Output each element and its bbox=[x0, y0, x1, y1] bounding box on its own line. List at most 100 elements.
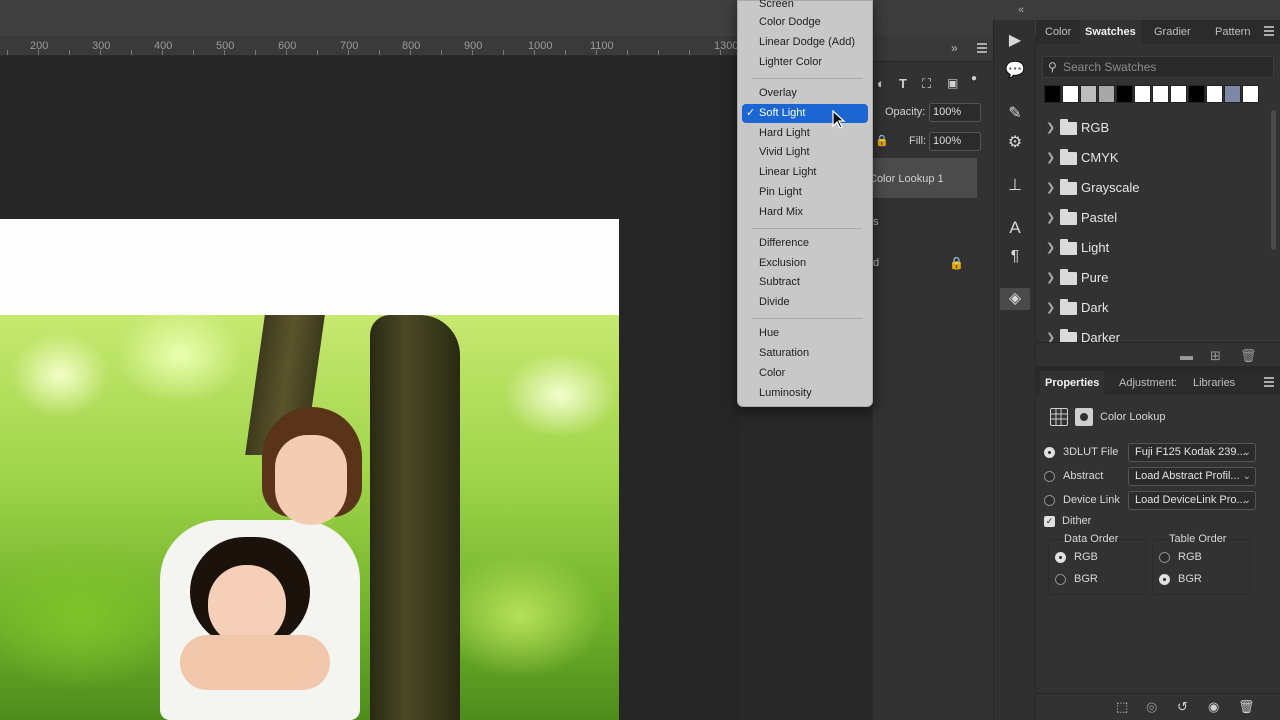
swatch-group-pure[interactable]: ❯ Pure bbox=[1046, 267, 1266, 289]
reset-icon[interactable]: ↺ bbox=[1177, 699, 1188, 715]
type-filter-icon[interactable]: T bbox=[899, 76, 907, 91]
ruler-tick-label: 400 bbox=[154, 40, 173, 52]
scrollbar[interactable] bbox=[1271, 110, 1276, 250]
smart-object-filter-icon[interactable]: ▣ bbox=[947, 76, 958, 90]
swatch-group-darker[interactable]: ❯ Darker bbox=[1046, 327, 1266, 342]
3dlut-select[interactable]: Fuji F125 Kodak 239... ⌄ bbox=[1128, 443, 1256, 462]
mask-icon[interactable] bbox=[1075, 408, 1093, 426]
comments-icon[interactable]: 💬 bbox=[1004, 60, 1026, 82]
paragraph-icon[interactable]: ¶ bbox=[1004, 246, 1026, 268]
blend-option-lighter-color[interactable]: Lighter Color bbox=[742, 53, 868, 72]
new-group-folder-icon[interactable]: ▬ bbox=[1180, 348, 1193, 363]
radio-table-order-bgr[interactable] bbox=[1159, 574, 1170, 585]
blend-option-screen[interactable]: Screen bbox=[742, 0, 868, 14]
blend-option-linear-dodge[interactable]: Linear Dodge (Add) bbox=[742, 33, 868, 52]
adjustment-grid-icon[interactable] bbox=[1050, 408, 1068, 426]
tab-swatches[interactable]: Swatches bbox=[1080, 20, 1141, 44]
panel-menu-icon[interactable] bbox=[1264, 377, 1274, 387]
dither-checkbox[interactable]: ✓ bbox=[1044, 516, 1055, 527]
lock-all-icon[interactable]: 🔒 bbox=[875, 134, 889, 147]
blend-option-linear-light[interactable]: Linear Light bbox=[742, 163, 868, 182]
swatch-chip[interactable] bbox=[1188, 85, 1205, 103]
blend-option-subtract[interactable]: Subtract bbox=[742, 273, 868, 292]
layer-name[interactable]: d bbox=[873, 257, 879, 269]
tab-color[interactable]: Color bbox=[1040, 20, 1076, 44]
swatch-group-dark[interactable]: ❯ Dark bbox=[1046, 297, 1266, 319]
search-swatches-input[interactable] bbox=[1063, 59, 1268, 75]
radio-data-order-bgr[interactable] bbox=[1055, 574, 1066, 585]
swatch-search[interactable]: ⚲ bbox=[1042, 56, 1274, 78]
character-icon[interactable]: A bbox=[1004, 217, 1026, 239]
blend-option-saturation[interactable]: Saturation bbox=[742, 344, 868, 363]
blend-option-difference[interactable]: Difference bbox=[742, 234, 868, 253]
blend-option-hue[interactable]: Hue bbox=[742, 324, 868, 343]
blend-option-hard-mix[interactable]: Hard Mix bbox=[742, 203, 868, 222]
swatch-chip[interactable] bbox=[1116, 85, 1133, 103]
trash-icon[interactable]: 🗑 bbox=[1238, 699, 1255, 715]
blend-option-color-dodge[interactable]: Color Dodge bbox=[742, 13, 868, 32]
swatch-chip[interactable] bbox=[1170, 85, 1187, 103]
opacity-field[interactable]: 100% bbox=[929, 103, 981, 122]
blend-option-color[interactable]: Color bbox=[742, 364, 868, 383]
layer-name[interactable]: s bbox=[873, 216, 879, 228]
abstract-select[interactable]: Load Abstract Profil... ⌄ bbox=[1128, 467, 1256, 486]
blend-option-exclusion[interactable]: Exclusion bbox=[742, 254, 868, 273]
brush-settings-icon[interactable]: ✎ bbox=[1004, 103, 1026, 125]
panel-menu-icon[interactable] bbox=[977, 43, 987, 53]
swatch-chip[interactable] bbox=[1098, 85, 1115, 103]
swatch-chip[interactable] bbox=[1080, 85, 1097, 103]
tab-properties[interactable]: Properties bbox=[1040, 371, 1105, 395]
swatch-group-light[interactable]: ❯ Light bbox=[1046, 237, 1266, 259]
tab-patterns[interactable]: Pattern bbox=[1210, 20, 1255, 44]
menu-separator bbox=[752, 318, 862, 319]
collapse-icon[interactable]: « bbox=[1018, 4, 1024, 16]
fill-field[interactable]: 100% bbox=[929, 132, 981, 151]
radio-data-order-rgb[interactable] bbox=[1055, 552, 1066, 563]
panel-menu-icon[interactable] bbox=[1264, 26, 1274, 36]
clip-to-layer-icon[interactable]: ⬚ bbox=[1116, 699, 1128, 715]
collapse-icon[interactable]: » bbox=[951, 41, 958, 55]
adjustments-sliders-icon[interactable]: ⚙ bbox=[1004, 132, 1026, 154]
swatch-chip[interactable] bbox=[1062, 85, 1079, 103]
layer-name[interactable]: Color Lookup 1 bbox=[869, 173, 944, 185]
swatch-group-grayscale[interactable]: ❯ Grayscale bbox=[1046, 177, 1266, 199]
chevron-right-icon: ❯ bbox=[1046, 302, 1056, 314]
new-swatch-icon[interactable]: ⊞ bbox=[1210, 348, 1221, 364]
swatch-group-cmyk[interactable]: ❯ CMYK bbox=[1046, 147, 1266, 169]
radio-abstract[interactable] bbox=[1044, 471, 1055, 482]
tab-adjustments[interactable]: Adjustment: bbox=[1114, 371, 1182, 395]
blend-option-soft-light[interactable]: ✓ Soft Light bbox=[742, 104, 868, 123]
shape-filter-icon[interactable]: ⛶ bbox=[922, 76, 931, 92]
blend-mode-menu[interactable]: Screen Color Dodge Linear Dodge (Add) Li… bbox=[737, 0, 873, 407]
tab-libraries[interactable]: Libraries bbox=[1188, 371, 1240, 395]
tab-gradients[interactable]: Gradier bbox=[1149, 20, 1196, 44]
chevron-down-icon: ⌄ bbox=[1242, 495, 1251, 506]
swatch-chip[interactable] bbox=[1206, 85, 1223, 103]
radio-device-link[interactable] bbox=[1044, 495, 1055, 506]
layers-panel-icon[interactable]: ◈ bbox=[1000, 288, 1030, 310]
swatch-chip[interactable] bbox=[1044, 85, 1061, 103]
swatch-chip[interactable] bbox=[1134, 85, 1151, 103]
adjustment-filter-icon[interactable]: ◐ bbox=[877, 76, 885, 91]
blend-option-luminosity[interactable]: Luminosity bbox=[742, 384, 868, 403]
view-previous-state-icon[interactable]: ◎ bbox=[1146, 699, 1157, 715]
trash-icon[interactable]: 🗑 bbox=[1240, 348, 1257, 364]
filter-toggle-icon[interactable]: ● bbox=[971, 73, 977, 84]
clone-stamp-icon[interactable]: ⊥ bbox=[1004, 175, 1026, 197]
blend-option-vivid-light[interactable]: Vivid Light bbox=[742, 143, 868, 162]
blend-option-overlay[interactable]: Overlay bbox=[742, 84, 868, 103]
abstract-label: Abstract bbox=[1063, 470, 1104, 482]
blend-option-pin-light[interactable]: Pin Light bbox=[742, 183, 868, 202]
radio-3dlut[interactable] bbox=[1044, 447, 1055, 458]
blend-option-hard-light[interactable]: Hard Light bbox=[742, 124, 868, 143]
radio-table-order-rgb[interactable] bbox=[1159, 552, 1170, 563]
swatch-chip[interactable] bbox=[1152, 85, 1169, 103]
swatch-group-rgb[interactable]: ❯ RGB bbox=[1046, 117, 1266, 139]
swatch-group-pastel[interactable]: ❯ Pastel bbox=[1046, 207, 1266, 229]
play-actions-icon[interactable]: ▶ bbox=[1004, 30, 1026, 52]
swatch-chip[interactable] bbox=[1242, 85, 1259, 103]
visibility-eye-icon[interactable]: ◉ bbox=[1208, 699, 1219, 715]
blend-option-divide[interactable]: Divide bbox=[742, 293, 868, 312]
swatch-chip[interactable] bbox=[1224, 85, 1241, 103]
device-link-select[interactable]: Load DeviceLink Pro... ⌄ bbox=[1128, 491, 1256, 510]
